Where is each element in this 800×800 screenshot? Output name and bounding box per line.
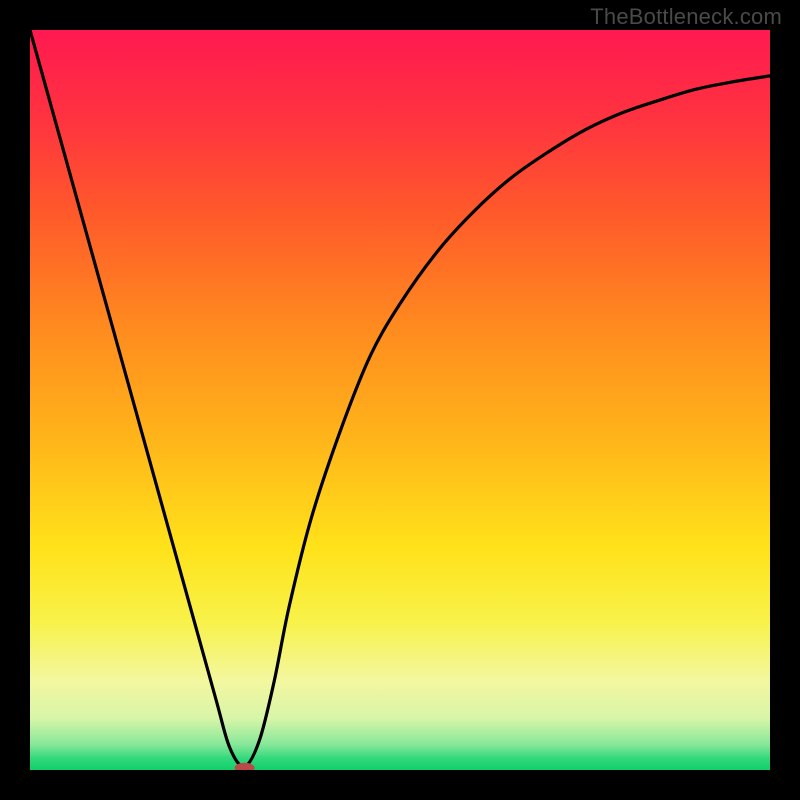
chart-frame <box>30 30 770 770</box>
bottleneck-chart <box>30 30 770 770</box>
gradient-background <box>30 30 770 770</box>
watermark-text: TheBottleneck.com <box>590 4 782 30</box>
